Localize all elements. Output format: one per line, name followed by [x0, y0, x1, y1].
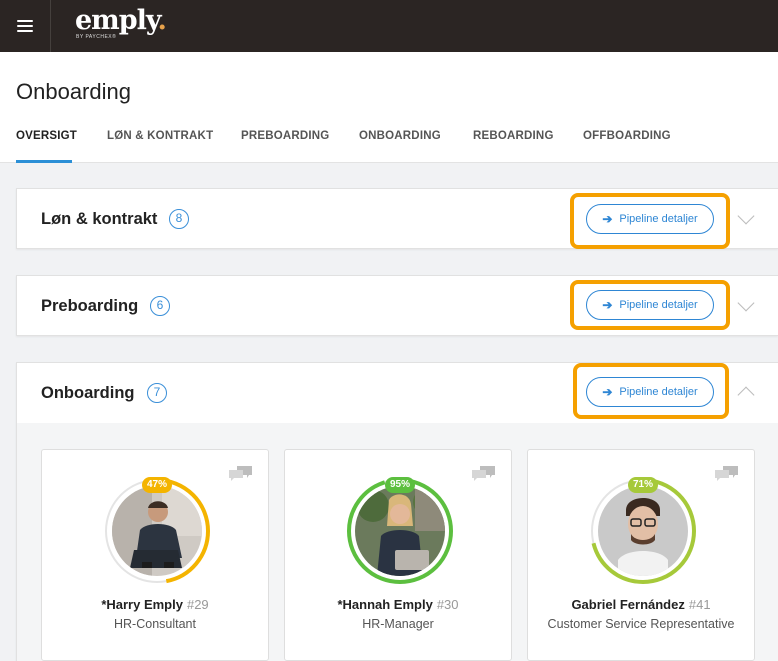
employee-id: #29: [186, 597, 209, 612]
chat-bubbles-icon[interactable]: [228, 464, 254, 484]
section-header[interactable]: Preboarding 6 ➔ Pipeline detaljer: [17, 276, 778, 336]
progress-avatar: 47%: [104, 477, 210, 584]
avatar: [355, 486, 445, 576]
tab-preboarding[interactable]: PREBOARDING: [241, 130, 329, 163]
avatar: [598, 486, 688, 576]
employee-id: #41: [688, 597, 711, 612]
tab-oversigt[interactable]: OVERSIGT: [16, 130, 77, 163]
chevron-down-icon[interactable]: [737, 294, 755, 312]
section-preboarding: Preboarding 6 ➔ Pipeline detaljer: [16, 275, 778, 336]
page-header: Onboarding OVERSIGT LØN & KONTRAKT PREBO…: [0, 52, 778, 163]
section-count-badge: 7: [147, 383, 167, 403]
employee-card[interactable]: 47% *Harry Emply #29 HR-Consultant: [41, 449, 269, 661]
employee-card[interactable]: 95% *Hannah Emply #30 HR-Manager: [284, 449, 512, 661]
logo-text: emply: [75, 5, 158, 36]
onboarding-cards-area: 47% *Harry Emply #29 HR-Consultant 95% *…: [17, 423, 778, 661]
section-count-badge: 8: [169, 209, 189, 229]
progress-percent-badge: 47%: [141, 477, 173, 493]
arrow-right-icon: ➔: [602, 298, 613, 312]
employee-id: #30: [436, 597, 459, 612]
section-onboarding: Onboarding 7 ➔ Pipeline detaljer 47% *Ha…: [16, 362, 778, 661]
tab-loen-kontrakt[interactable]: LØN & KONTRAKT: [107, 130, 213, 163]
employee-name-row: *Harry Emply #29: [42, 597, 268, 612]
pipeline-details-label: Pipeline detaljer: [619, 386, 698, 398]
employee-role: HR-Consultant: [114, 617, 196, 631]
section-title: Løn & kontrakt: [41, 210, 158, 228]
pipeline-details-button[interactable]: ➔ Pipeline detaljer: [586, 204, 714, 234]
employee-role: HR-Manager: [362, 617, 434, 631]
tab-reboarding[interactable]: REBOARDING: [473, 130, 554, 163]
hamburger-icon: [17, 20, 33, 32]
employee-name[interactable]: Gabriel Fernández: [571, 597, 684, 612]
employee-name-row: Gabriel Fernández #41: [528, 597, 754, 612]
employee-card[interactable]: 71% Gabriel Fernández #41 Customer Servic…: [527, 449, 755, 661]
avatar: [112, 486, 202, 576]
progress-avatar: 71%: [590, 477, 696, 584]
section-header[interactable]: Løn & kontrakt 8 ➔ Pipeline detaljer: [17, 189, 778, 249]
pipeline-details-label: Pipeline detaljer: [619, 299, 698, 311]
pipeline-details-label: Pipeline detaljer: [619, 213, 698, 225]
progress-avatar: 95%: [347, 477, 453, 584]
page-title: Onboarding: [16, 79, 131, 104]
chevron-up-icon[interactable]: [737, 386, 755, 404]
logo-dot: .: [157, 5, 166, 36]
emply-logo[interactable]: emply. BY PAYCHEX®: [75, 5, 167, 41]
chevron-down-icon[interactable]: [737, 207, 755, 225]
arrow-right-icon: ➔: [602, 212, 613, 226]
section-count-badge: 6: [150, 296, 170, 316]
progress-percent-badge: 71%: [627, 477, 659, 493]
pipeline-details-button[interactable]: ➔ Pipeline detaljer: [586, 290, 714, 320]
tab-offboarding[interactable]: OFFBOARDING: [583, 130, 671, 163]
logo-subtitle: BY PAYCHEX®: [76, 34, 117, 40]
section-title: Onboarding: [41, 384, 135, 402]
tab-onboarding[interactable]: ONBOARDING: [359, 130, 441, 163]
pipeline-details-button[interactable]: ➔ Pipeline detaljer: [586, 377, 714, 407]
employee-name-row: *Hannah Emply #30: [285, 597, 511, 612]
chat-bubbles-icon[interactable]: [714, 464, 740, 484]
arrow-right-icon: ➔: [602, 385, 613, 399]
employee-role: Customer Service Representative: [547, 617, 735, 631]
section-title: Preboarding: [41, 297, 139, 315]
progress-percent-badge: 95%: [384, 477, 416, 493]
section-loen-kontrakt: Løn & kontrakt 8 ➔ Pipeline detaljer: [16, 188, 778, 249]
employee-name[interactable]: *Hannah Emply: [337, 597, 432, 612]
chat-bubbles-icon[interactable]: [471, 464, 497, 484]
employee-name[interactable]: *Harry Emply: [101, 597, 183, 612]
section-header[interactable]: Onboarding 7 ➔ Pipeline detaljer: [17, 363, 778, 423]
hamburger-menu-button[interactable]: [0, 0, 51, 52]
top-bar: emply. BY PAYCHEX®: [0, 0, 778, 52]
